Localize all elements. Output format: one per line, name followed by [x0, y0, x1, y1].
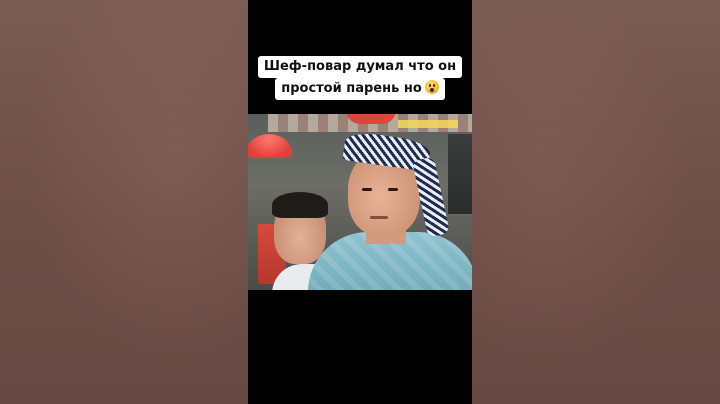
main-man-mouth — [370, 216, 388, 219]
video-thumbnail[interactable]: Шеф-повар думал что он простой парень но — [0, 0, 720, 404]
red-lamp-left — [248, 134, 292, 158]
caption-line-2-text: простой парень но — [281, 81, 422, 96]
blurred-background-right — [472, 0, 720, 404]
light-strip — [398, 120, 458, 128]
screaming-face-emoji-icon — [424, 80, 439, 94]
video-caption: Шеф-повар думал что он простой парень но — [248, 56, 472, 100]
caption-line-1: Шеф-повар думал что он — [257, 56, 463, 78]
blurred-background-left — [0, 0, 248, 404]
video-scene[interactable] — [248, 114, 472, 290]
background-man-hair — [272, 192, 328, 218]
main-man-left-eye — [362, 188, 372, 191]
caption-line-2: простой парень но — [275, 78, 445, 100]
storefront — [448, 134, 472, 214]
vertical-video-frame[interactable]: Шеф-повар думал что он простой парень но — [248, 0, 472, 404]
main-man-right-eye — [388, 188, 398, 191]
